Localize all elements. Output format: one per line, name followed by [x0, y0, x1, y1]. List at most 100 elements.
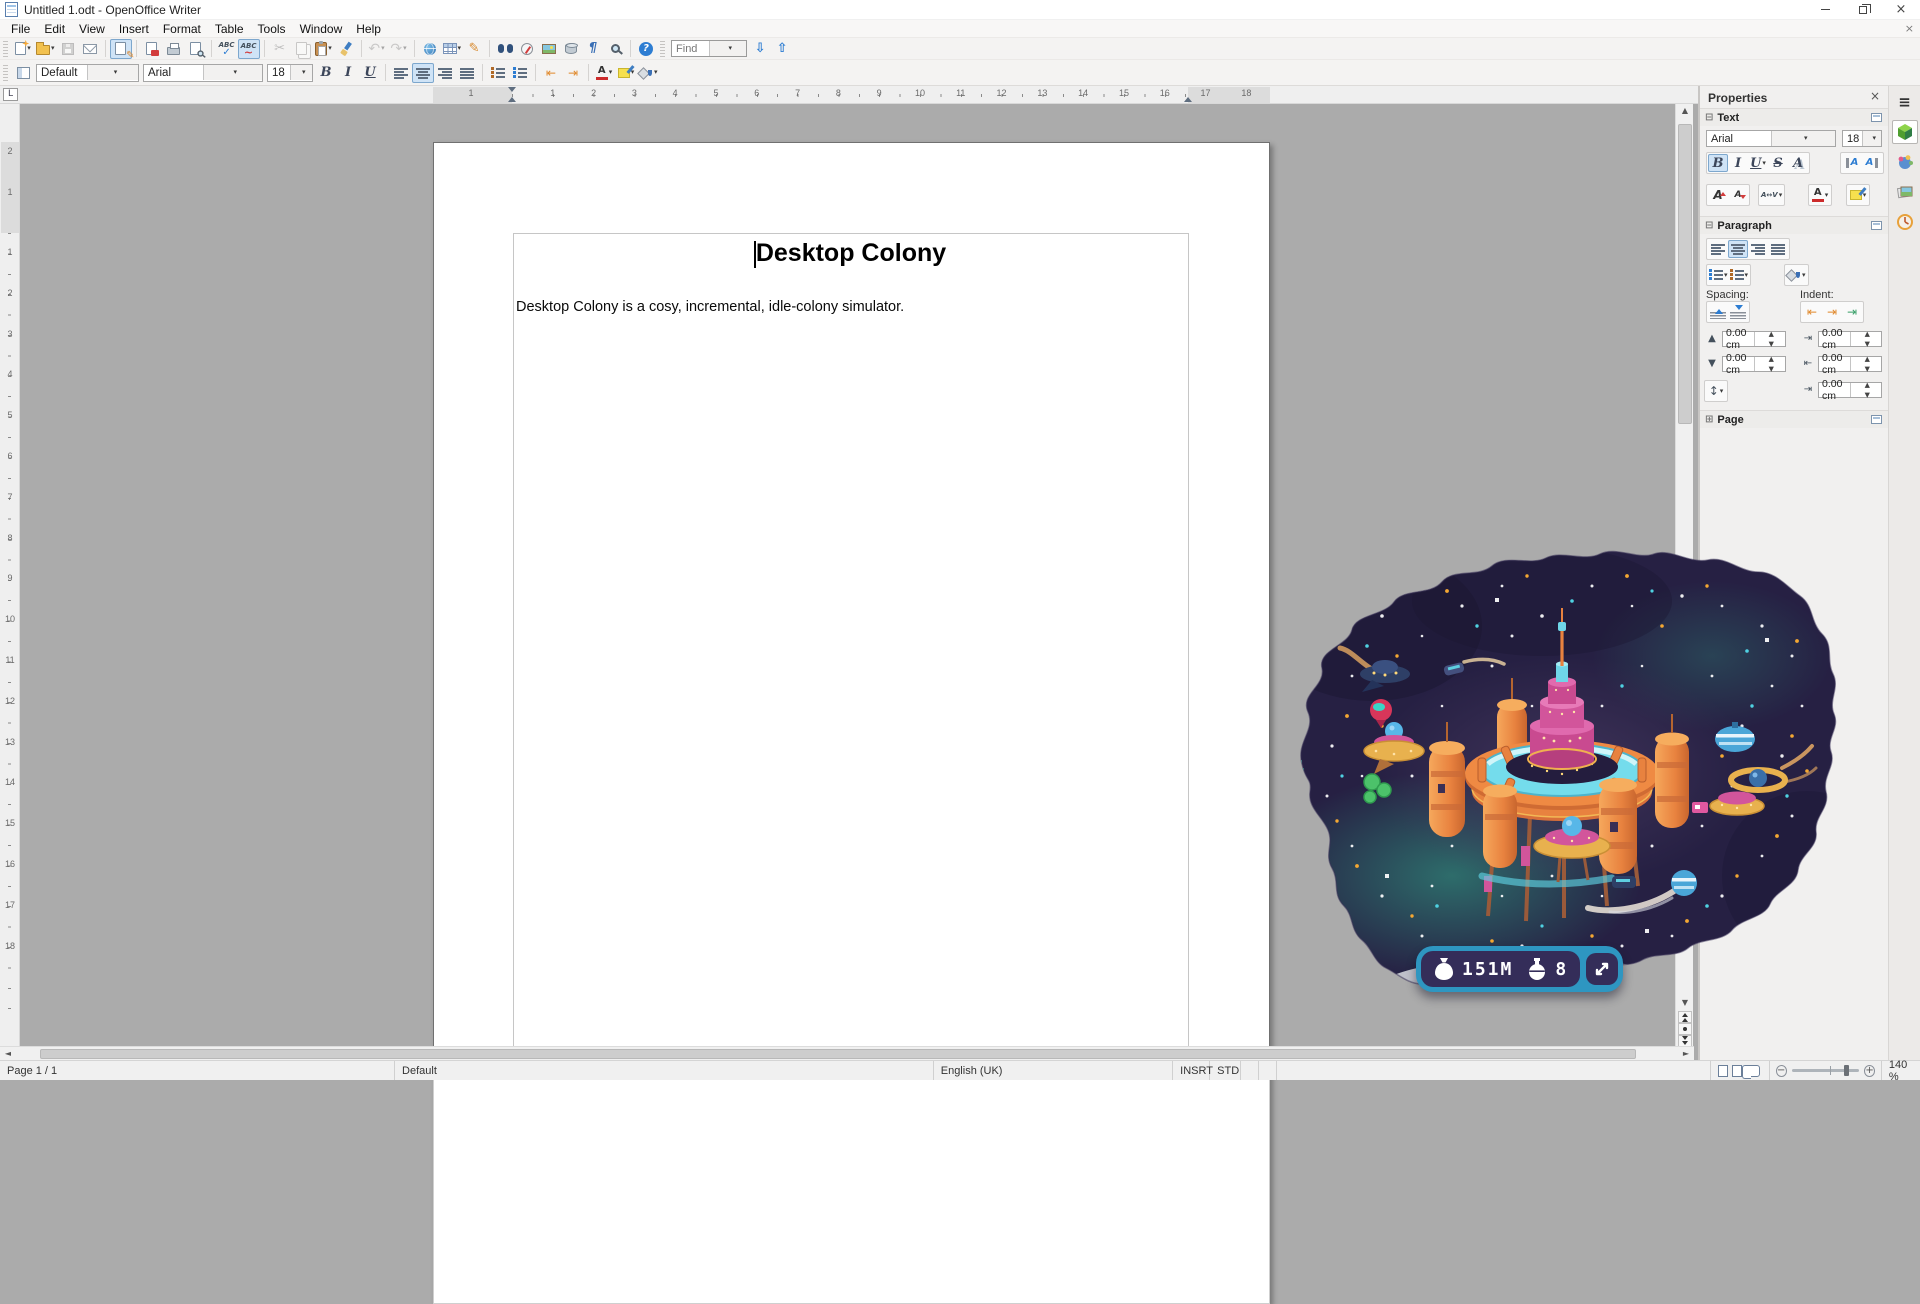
page-dialog-launcher-icon[interactable] — [1871, 415, 1882, 424]
decrease-char-highlight-button[interactable]: A — [1862, 154, 1882, 172]
text-section-header[interactable]: ⊟ Text — [1700, 108, 1888, 126]
left-indent-marker[interactable] — [508, 93, 516, 102]
new-document-button[interactable]: ▾ — [12, 39, 34, 59]
find-next-button[interactable]: ⇩ — [749, 39, 771, 59]
increase-char-highlight-button[interactable]: A — [1842, 154, 1862, 172]
menu-insert[interactable]: Insert — [112, 20, 156, 37]
panel-align-left-button[interactable] — [1708, 240, 1728, 258]
cut-button[interactable]: ✂ — [269, 39, 291, 59]
status-zoom-percent[interactable]: 140 % — [1882, 1061, 1920, 1080]
bullet-list-button[interactable] — [509, 63, 531, 83]
collapse-icon[interactable]: ⊟ — [1705, 113, 1713, 123]
underline-button[interactable]: U — [359, 63, 381, 83]
panel-numbered-list-button[interactable]: ▾ — [1729, 266, 1750, 284]
format-paintbrush-button[interactable] — [335, 39, 357, 59]
minimize-button[interactable] — [1806, 0, 1844, 19]
status-signature[interactable] — [1259, 1061, 1277, 1080]
hyperlink-button[interactable] — [419, 39, 441, 59]
book-view-icon[interactable] — [1750, 1065, 1760, 1077]
scroll-right-button[interactable]: ► — [1678, 1047, 1694, 1061]
scroll-left-button[interactable]: ◄ — [0, 1047, 16, 1061]
font-size-combo[interactable]: 18▾ — [267, 64, 313, 82]
panel-font-dropdown[interactable]: ▾ — [1771, 131, 1836, 146]
spinner-buttons[interactable]: ▴▾ — [1754, 357, 1786, 371]
background-color-button[interactable]: ▾ — [637, 63, 660, 83]
desktop-colony-game-overlay[interactable]: 151M 8 — [1292, 546, 1840, 1024]
restore-button[interactable] — [1844, 0, 1882, 19]
close-document-icon[interactable]: × — [1905, 23, 1914, 34]
paragraph-background-button[interactable]: ▾ — [1786, 266, 1807, 284]
open-button[interactable]: ▾ — [34, 39, 57, 59]
gallery-button[interactable] — [538, 39, 560, 59]
autospellcheck-button[interactable]: ABC~ — [238, 39, 260, 59]
align-center-button[interactable] — [412, 63, 434, 83]
panel-font-size-combo[interactable]: 18▾ — [1842, 130, 1882, 147]
align-right-button[interactable] — [434, 63, 456, 83]
grow-font-button[interactable]: A — [1708, 186, 1728, 204]
tab-gallery[interactable] — [1892, 180, 1918, 204]
find-dropdown-button[interactable]: ▾ — [709, 41, 747, 56]
scroll-up-button[interactable]: ▲ — [1677, 104, 1693, 118]
zoom-slider[interactable]: − + — [1770, 1061, 1882, 1080]
shrink-font-button[interactable]: A — [1728, 186, 1748, 204]
paragraph-section-header[interactable]: ⊟ Paragraph — [1700, 216, 1888, 234]
zoom-slider-thumb[interactable] — [1844, 1065, 1849, 1076]
expand-game-button[interactable] — [1586, 953, 1618, 985]
menu-table[interactable]: Table — [208, 20, 251, 37]
align-justify-button[interactable] — [456, 63, 478, 83]
align-left-button[interactable] — [390, 63, 412, 83]
panel-highlighting-button[interactable]: ▾ — [1848, 186, 1868, 204]
menu-window[interactable]: Window — [293, 20, 350, 37]
find-previous-button[interactable]: ⇧ — [771, 39, 793, 59]
increase-indent-button[interactable]: ⇥ — [562, 63, 584, 83]
status-selection-mode[interactable]: STD — [1210, 1061, 1241, 1080]
paragraph-dialog-launcher-icon[interactable] — [1871, 221, 1882, 230]
toolbar-grip[interactable] — [3, 65, 8, 81]
vertical-scroll-thumb[interactable] — [1678, 124, 1692, 424]
spinner-buttons[interactable]: ▴▾ — [1754, 332, 1786, 346]
line-spacing-button[interactable]: ↕▾ — [1706, 382, 1726, 400]
font-name-combo[interactable]: Arial▾ — [143, 64, 263, 82]
redo-button[interactable]: ↷▾ — [388, 39, 410, 59]
menu-view[interactable]: View — [72, 20, 112, 37]
bold-button[interactable]: B — [315, 63, 337, 83]
toolbar-grip[interactable] — [3, 41, 8, 57]
panel-strikethrough-button[interactable]: S — [1768, 154, 1788, 172]
help-button[interactable]: ? — [635, 39, 657, 59]
panel-underline-button[interactable]: U▾ — [1748, 154, 1768, 172]
document-heading[interactable]: Desktop Colony — [514, 237, 1188, 269]
collapse-icon[interactable]: ⊟ — [1705, 221, 1713, 231]
highlighting-button[interactable]: ▾ — [615, 63, 637, 83]
close-button[interactable]: × — [1882, 0, 1920, 19]
edit-file-button[interactable]: ✎ — [110, 39, 132, 59]
export-pdf-button[interactable] — [141, 39, 163, 59]
font-dropdown-button[interactable]: ▾ — [203, 65, 263, 80]
status-doc-modified[interactable] — [1241, 1061, 1259, 1080]
tabstop-selector-button[interactable]: L — [3, 88, 18, 101]
page-section-header[interactable]: ⊞ Page — [1700, 410, 1888, 428]
panel-align-center-button[interactable] — [1728, 240, 1748, 258]
paragraph-style-combo[interactable]: Default▾ — [36, 64, 139, 82]
navigator-button[interactable] — [516, 39, 538, 59]
right-indent-marker[interactable] — [1184, 93, 1192, 102]
email-button[interactable] — [79, 39, 101, 59]
tab-properties[interactable] — [1892, 120, 1918, 144]
indent-before-field[interactable]: 0.00 cm▴▾ — [1818, 331, 1882, 347]
navigation-button[interactable] — [1678, 1023, 1692, 1035]
find-replace-button[interactable] — [494, 39, 516, 59]
panel-bullet-list-button[interactable]: ▾ — [1708, 266, 1729, 284]
panel-font-color-button[interactable]: A▾ — [1810, 186, 1830, 204]
style-dropdown-button[interactable]: ▾ — [87, 65, 138, 80]
decrease-indent-button[interactable]: ⇤ — [540, 63, 562, 83]
panel-font-name-combo[interactable]: Arial▾ — [1706, 130, 1836, 147]
spinner-buttons[interactable]: ▴▾ — [1850, 332, 1882, 346]
menu-format[interactable]: Format — [156, 20, 208, 37]
panel-italic-button[interactable]: I — [1728, 154, 1748, 172]
zoom-slider-track[interactable] — [1792, 1069, 1860, 1072]
status-insert-mode[interactable]: INSRT — [1173, 1061, 1210, 1080]
spacing-above-field[interactable]: 0.00 cm▴▾ — [1722, 331, 1786, 347]
insert-table-button[interactable]: ▾ — [441, 39, 464, 59]
find-toolbar-input[interactable]: Find▾ — [671, 40, 747, 57]
character-spacing-button[interactable]: A↔V▾ — [1760, 186, 1783, 204]
switch-indent-button[interactable]: ⇥ — [1842, 303, 1862, 321]
